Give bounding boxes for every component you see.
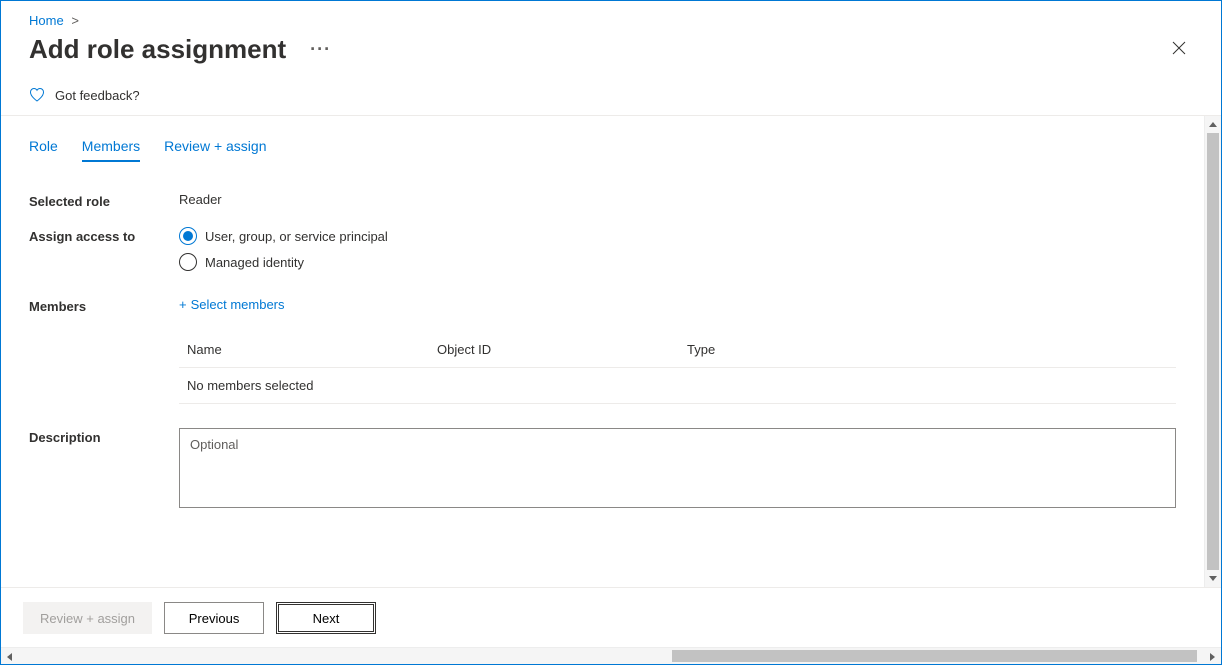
- page-header: Add role assignment ···: [1, 28, 1221, 79]
- scrollbar-thumb-h[interactable]: [672, 650, 1197, 662]
- feedback-link[interactable]: Got feedback?: [55, 88, 140, 103]
- description-textarea[interactable]: [179, 428, 1176, 508]
- radio-unselected-icon: [179, 253, 197, 271]
- selected-role-value: Reader: [179, 192, 1193, 209]
- tab-review-assign[interactable]: Review + assign: [164, 138, 266, 162]
- members-label: Members: [29, 297, 179, 314]
- scroll-right-icon[interactable]: [1204, 648, 1221, 665]
- table-empty-message: No members selected: [179, 368, 1176, 404]
- assign-access-label: Assign access to: [29, 227, 179, 279]
- radio-managed-identity[interactable]: Managed identity: [179, 253, 1193, 271]
- scroll-left-icon[interactable]: [1, 648, 18, 665]
- footer-bar: Review + assign Previous Next: [1, 587, 1221, 648]
- radio-user-group-principal[interactable]: User, group, or service principal: [179, 227, 1193, 245]
- previous-button[interactable]: Previous: [164, 602, 264, 634]
- page-title: Add role assignment: [29, 34, 286, 65]
- radio-label-managed-identity: Managed identity: [205, 255, 304, 270]
- feedback-bar: Got feedback?: [1, 79, 1221, 116]
- tab-role[interactable]: Role: [29, 138, 58, 162]
- horizontal-scrollbar[interactable]: [1, 647, 1221, 664]
- selected-role-label: Selected role: [29, 192, 179, 209]
- radio-selected-icon: [179, 227, 197, 245]
- breadcrumb-home-link[interactable]: Home: [29, 13, 64, 28]
- tabs: Role Members Review + assign: [29, 116, 1193, 162]
- scrollbar-thumb[interactable]: [1207, 133, 1219, 570]
- more-actions-button[interactable]: ···: [310, 39, 331, 60]
- radio-label-user-group: User, group, or service principal: [205, 229, 388, 244]
- select-members-button[interactable]: + Select members: [179, 297, 1193, 312]
- close-button[interactable]: [1165, 34, 1193, 65]
- table-header-object-id: Object ID: [437, 342, 687, 357]
- scroll-up-icon[interactable]: [1205, 116, 1221, 133]
- vertical-scrollbar[interactable]: [1204, 116, 1221, 587]
- members-table: Name Object ID Type No members selected: [179, 332, 1176, 404]
- heart-icon: [29, 87, 45, 103]
- chevron-right-icon: >: [71, 13, 79, 28]
- table-header-type: Type: [687, 342, 1168, 357]
- scroll-down-icon[interactable]: [1205, 570, 1221, 587]
- next-button[interactable]: Next: [276, 602, 376, 634]
- description-label: Description: [29, 428, 179, 511]
- tab-members[interactable]: Members: [82, 138, 140, 162]
- review-assign-button[interactable]: Review + assign: [23, 602, 152, 634]
- breadcrumb: Home >: [1, 1, 1221, 28]
- plus-icon: +: [179, 297, 187, 312]
- close-icon: [1171, 40, 1187, 59]
- select-members-label: Select members: [191, 297, 285, 312]
- table-header-name: Name: [187, 342, 437, 357]
